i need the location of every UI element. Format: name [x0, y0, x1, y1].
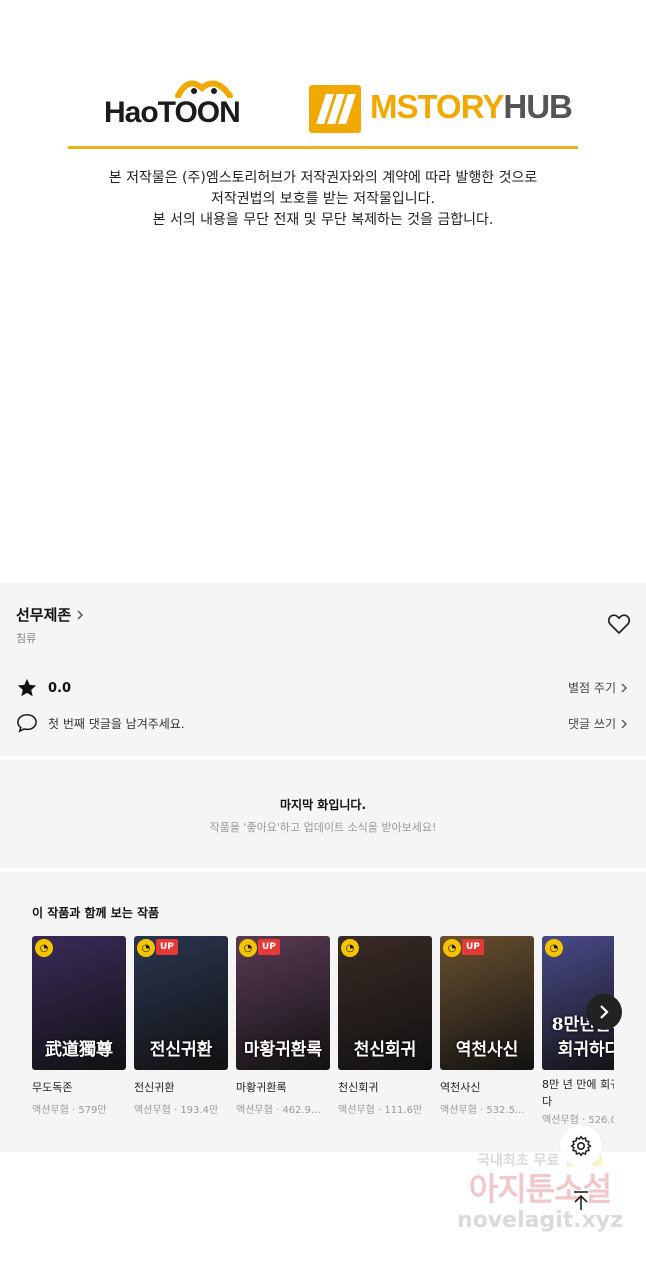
chevron-right-icon: [621, 719, 627, 728]
recommendation-card[interactable]: ◔ UP 마황귀환록 마황귀환록 액션무협 · 462.9...: [236, 936, 330, 1116]
rate-button[interactable]: 별점 주기: [568, 679, 628, 696]
card-title: 8만 년 만에 회귀하다: [542, 1078, 614, 1108]
card-title: 역천사신: [440, 1081, 481, 1094]
card-thumbnail: ◔ UP 역천사신: [440, 936, 534, 1070]
card-thumbnail: ◔ 천신회귀: [338, 936, 432, 1070]
mstory-logo-suffix: HUB: [503, 88, 572, 125]
notice-line: 본 저작물은 (주)엠스토리허브가 저작권자와의 계약에 따라 발행한 것으로: [108, 170, 538, 186]
recommendation-card[interactable]: ◔ UP 역천사신 역천사신 액션무협 · 532.5...: [440, 936, 534, 1116]
comment-row[interactable]: 첫 번째 댓글을 남겨주세요.: [16, 713, 185, 733]
carousel-next-button[interactable]: [586, 994, 622, 1030]
write-comment-button[interactable]: 댓글 쓰기: [568, 715, 628, 732]
watermark-line3: novelagit.xyz: [457, 1208, 623, 1233]
recommendation-carousel: ◔ 武道獨尊 무도독존 액션무협 · 579만 ◔ UP 전신귀환 전신귀환 액…: [32, 936, 614, 1146]
clock-icon: ◔: [137, 939, 155, 957]
last-episode-title: 마지막 화입니다.: [279, 798, 367, 812]
watermark-line2: 아지툰소설: [468, 1170, 612, 1208]
star-icon: [17, 678, 37, 697]
gear-icon: [570, 1135, 592, 1157]
rating-row: 0.0: [16, 677, 71, 699]
card-meta: 액션무협 · 579만: [32, 1105, 107, 1116]
card-title: 무도독존: [32, 1081, 73, 1094]
card-meta: 액션무협 · 193.4만: [134, 1105, 219, 1116]
comment-prompt: 첫 번째 댓글을 남겨주세요.: [48, 716, 185, 731]
recommendation-title: 이 작품과 함께 보는 작품: [32, 906, 160, 920]
up-badge: UP: [156, 939, 178, 955]
card-thumbnail: ◔ UP 마황귀환록: [236, 936, 330, 1070]
card-title: 전신귀환: [134, 1081, 175, 1094]
recommendation-card[interactable]: ◔ 8만년만에 회귀하다 8만 년 만에 회귀하다 액션무협 · 526.0: [542, 936, 614, 1126]
settings-button[interactable]: [560, 1125, 602, 1167]
clock-icon: ◔: [341, 939, 359, 957]
chevron-right-icon: [621, 683, 627, 692]
cover-title: 천신회귀: [353, 1040, 417, 1060]
mstory-logo-icon: [309, 85, 361, 133]
up-badge: UP: [258, 939, 280, 955]
last-episode-subtitle: 작품을 '좋아요'하고 업데이트 소식을 받아보세요!: [209, 821, 437, 834]
clock-icon: ◔: [443, 939, 461, 957]
work-author: 침류: [16, 632, 37, 645]
up-badge: UP: [462, 939, 484, 955]
heart-icon: [607, 614, 631, 634]
recommendation-section: 이 작품과 함께 보는 작품 ◔ 武道獨尊 무도독존 액션무협 · 579만 ◔…: [0, 872, 646, 1152]
cover-title: 역천사신: [455, 1040, 519, 1060]
card-meta: 액션무협 · 526.0: [542, 1115, 614, 1126]
scroll-top-button[interactable]: [560, 1180, 602, 1222]
publisher-logos: HaoTOON MSTORYHUB: [0, 70, 646, 150]
watermark: 국내최초 무료 웹소설 아지툰소설 novelagit.xyz: [440, 1150, 640, 1233]
clock-icon: ◔: [545, 939, 563, 957]
cover-title: 전신귀환: [149, 1040, 213, 1060]
chevron-right-icon: [77, 609, 84, 620]
cover-title: 武道獨尊: [45, 1040, 113, 1060]
work-title-link[interactable]: 선무제존: [16, 604, 85, 625]
notice-line: 본 서의 내용을 무단 전재 및 무단 복제하는 것을 금합니다.: [152, 212, 494, 228]
copyright-notice: 본 저작물은 (주)엠스토리허브가 저작권자와의 계약에 따라 발행한 것으로 …: [0, 168, 646, 231]
card-meta: 액션무협 · 532.5...: [440, 1105, 525, 1116]
arrow-up-icon: [574, 1191, 588, 1210]
cover-title: 마황귀환록: [243, 1040, 323, 1060]
mstory-logo-text: MSTORYHUB: [370, 88, 573, 126]
card-thumbnail: ◔ UP 전신귀환: [134, 936, 228, 1070]
copyright-section: HaoTOON MSTORYHUB 본 저작물은 (주)엠스토리허브가 저작권자…: [0, 0, 646, 583]
haotoon-logo: HaoTOON: [104, 80, 241, 130]
comment-icon: [17, 714, 37, 733]
card-meta: 액션무협 · 111.6만: [338, 1105, 423, 1116]
watermark-text: 국내최초 무료: [477, 1153, 560, 1169]
card-thumbnail: ◔ 武道獨尊: [32, 936, 126, 1070]
mstory-logo-main: MSTORY: [370, 88, 504, 125]
card-title: 천신회귀: [338, 1081, 379, 1094]
card-title: 마황귀환록: [236, 1081, 287, 1094]
haotoon-logo-text: HaoTOON: [104, 96, 241, 129]
notice-line: 저작권법의 보호를 받는 저작물입니다.: [211, 191, 435, 207]
rating-value: 0.0: [48, 680, 72, 696]
clock-icon: ◔: [239, 939, 257, 957]
last-episode-notice: 마지막 화입니다. 작품을 '좋아요'하고 업데이트 소식을 받아보세요!: [0, 760, 646, 868]
chevron-right-icon: [600, 1005, 609, 1019]
recommendation-card[interactable]: ◔ UP 전신귀환 전신귀환 액션무협 · 193.4만: [134, 936, 228, 1116]
write-comment-label: 댓글 쓰기: [568, 717, 616, 731]
divider: [68, 146, 578, 149]
card-meta: 액션무협 · 462.9...: [236, 1105, 321, 1116]
clock-icon: ◔: [35, 939, 53, 957]
recommendation-card[interactable]: ◔ 천신회귀 천신회귀 액션무협 · 111.6만: [338, 936, 432, 1116]
work-title: 선무제존: [16, 606, 72, 624]
rate-button-label: 별점 주기: [568, 681, 616, 695]
haotoon-logo-mark: [175, 80, 233, 98]
work-info-panel: 선무제존 침류 0.0 별점 주기 첫 번째 댓글을 남겨주세요. 댓글 쓰기: [0, 583, 646, 756]
watermark-line1: 국내최초 무료 웹소설: [440, 1150, 640, 1170]
recommendation-card[interactable]: ◔ 武道獨尊 무도독존 액션무협 · 579만: [32, 936, 126, 1116]
like-button[interactable]: [607, 613, 631, 639]
